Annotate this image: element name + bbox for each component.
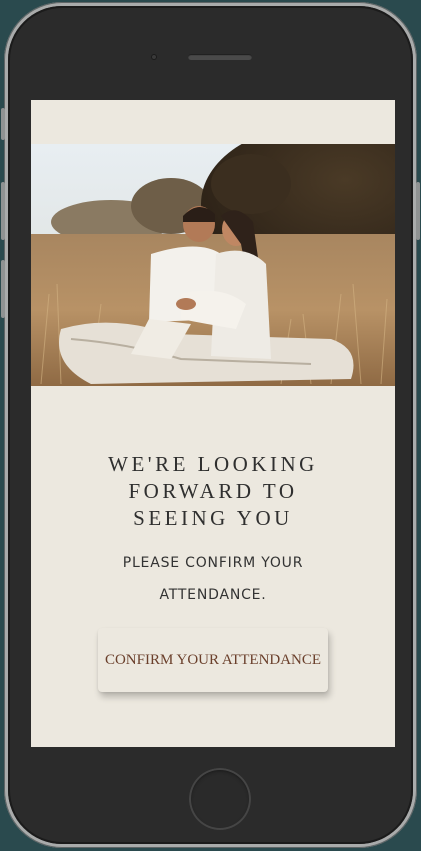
couple-photo [31, 144, 395, 386]
power-button [416, 182, 420, 240]
volume-down-button [1, 260, 5, 318]
home-button[interactable] [189, 768, 251, 830]
front-camera [151, 54, 157, 60]
mute-switch [1, 108, 5, 140]
couple-photo-illustration [31, 144, 395, 386]
volume-up-button [1, 182, 5, 240]
headline: WE'RE LOOKING FORWARD TO SEEING YOU [108, 452, 318, 530]
phone-screen: WE'RE LOOKING FORWARD TO SEEING YOU PLEA… [31, 100, 395, 747]
confirm-attendance-button[interactable]: CONFIRM YOUR ATTENDANCE [98, 628, 328, 692]
earpiece-speaker [188, 54, 252, 60]
attendance-prompt: PLEASE CONFIRM YOUR ATTENDANCE. [122, 555, 304, 603]
